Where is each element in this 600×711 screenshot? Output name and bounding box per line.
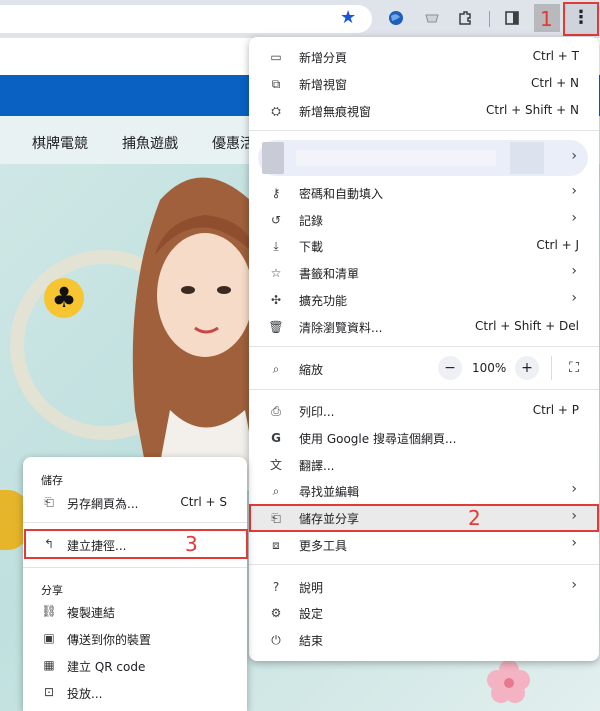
menu-divider bbox=[249, 130, 599, 131]
submenu-item-send-devices[interactable]: ▣ 傳送到你的裝置 bbox=[23, 626, 247, 652]
history-icon: ↺ bbox=[270, 213, 282, 227]
site-nav-item[interactable]: 優惠活 bbox=[212, 133, 254, 153]
link-icon: ⛓ bbox=[41, 604, 57, 618]
menu-divider bbox=[249, 564, 599, 565]
menu-item-save-share[interactable]: ⎗ 儲存並分享 › bbox=[249, 505, 599, 531]
submenu-item-qr-code[interactable]: ▦ 建立 QR code bbox=[23, 653, 247, 679]
download-icon: ⤓ bbox=[273, 239, 279, 253]
side-panel-icon[interactable] bbox=[502, 9, 522, 29]
puzzle-icon[interactable] bbox=[455, 9, 475, 29]
qr-code-icon: ▦ bbox=[43, 658, 55, 672]
menu-item-translate[interactable]: 文 翻譯... bbox=[249, 452, 599, 478]
translate-icon: 文 bbox=[269, 458, 282, 472]
menu-item-history[interactable]: ↺ 記錄 › bbox=[249, 207, 599, 233]
toolbar-separator bbox=[489, 11, 490, 27]
menu-item-more-tools[interactable]: ⧈ 更多工具 › bbox=[249, 532, 599, 558]
printer-icon: ⎙ bbox=[271, 404, 281, 418]
submenu-item-create-shortcut[interactable]: ↰ 建立捷徑... bbox=[23, 532, 247, 558]
cast-icon: ⊡ bbox=[43, 685, 55, 699]
step-3-label: 3 bbox=[185, 532, 198, 556]
menu-item-bookmarks[interactable]: ☆ 書籤和清單 › bbox=[249, 260, 599, 286]
trash-icon: 🗑 bbox=[268, 320, 284, 334]
site-nav-item[interactable]: 棋牌電競 bbox=[32, 133, 88, 153]
menu-item-help[interactable]: ? 說明 › bbox=[249, 574, 599, 600]
menu-item-new-window[interactable]: ⧉ 新增視窗 Ctrl + N bbox=[249, 71, 599, 97]
address-bar[interactable] bbox=[0, 5, 372, 33]
menu-item-incognito[interactable]: ⛭ 新增無痕視窗 Ctrl + Shift + N bbox=[249, 98, 599, 124]
key-icon: ⚷ bbox=[271, 186, 281, 200]
fullscreen-icon[interactable]: ⛶ bbox=[562, 356, 586, 380]
devices-icon: ▣ bbox=[43, 631, 55, 645]
kebab-menu-icon[interactable]: ⋮ bbox=[563, 2, 599, 36]
submenu-item-cast[interactable]: ⊡ 投放... bbox=[23, 680, 247, 706]
menu-item-settings[interactable]: ⚙ 設定 bbox=[249, 600, 599, 626]
menu-item-passwords[interactable]: ⚷ 密碼和自動填入 › bbox=[249, 180, 599, 206]
menu-item-downloads[interactable]: ⤓ 下載 Ctrl + J bbox=[249, 233, 599, 259]
gear-icon: ⚙ bbox=[270, 606, 282, 620]
menu-item-google-search[interactable]: G 使用 Google 搜尋這個網頁... bbox=[249, 425, 599, 451]
menu-item-zoom: ⌕ 縮放 bbox=[249, 356, 599, 382]
star-icon[interactable]: ★ bbox=[340, 8, 356, 28]
zoom-icon: ⌕ bbox=[272, 362, 280, 376]
step-2-label: 2 bbox=[468, 506, 481, 530]
step-1-label: 1 bbox=[540, 7, 553, 31]
profile-arrow: › bbox=[571, 148, 577, 164]
submenu-heading-share: 分享 bbox=[41, 584, 63, 597]
submenu-divider bbox=[23, 567, 247, 568]
zoom-out-button[interactable]: − bbox=[438, 356, 462, 380]
menu-divider bbox=[249, 389, 599, 390]
submenu-heading-save: 儲存 bbox=[41, 474, 63, 487]
save-file-icon: ⎗ bbox=[271, 511, 281, 525]
find-icon: ⌕ bbox=[272, 484, 280, 498]
star-outline-icon: ☆ bbox=[270, 266, 282, 280]
zoom-separator bbox=[551, 356, 552, 380]
menu-item-print[interactable]: ⎙ 列印... Ctrl + P bbox=[249, 398, 599, 424]
submenu-divider bbox=[23, 522, 247, 523]
toolbox-icon: ⧈ bbox=[272, 538, 280, 552]
incognito-icon: ⛭ bbox=[271, 104, 281, 118]
menu-item-extensions[interactable]: ✣ 擴充功能 › bbox=[249, 287, 599, 313]
extension-globe-icon[interactable] bbox=[386, 9, 406, 29]
new-window-icon: ⧉ bbox=[271, 77, 281, 91]
save-file-icon: ⎗ bbox=[44, 495, 54, 509]
menu-item-find-edit[interactable]: ⌕ 尋找並編輯 › bbox=[249, 478, 599, 504]
exit-icon: ⏻ bbox=[271, 633, 281, 647]
zoom-value: 100% bbox=[472, 361, 507, 375]
menu-item-exit[interactable]: ⏻ 結束 bbox=[249, 627, 599, 653]
menu-item-new-tab[interactable]: ▭ 新增分頁 Ctrl + T bbox=[249, 44, 599, 70]
flower-decoration bbox=[487, 660, 530, 703]
google-icon: G bbox=[271, 431, 281, 445]
new-tab-icon: ▭ bbox=[270, 50, 282, 64]
club-chip-icon: ♣ bbox=[44, 278, 84, 318]
shortcut-arrow-icon: ↰ bbox=[43, 537, 55, 551]
help-icon: ? bbox=[272, 580, 280, 594]
site-nav-item[interactable]: 捕魚遊戲 bbox=[122, 133, 178, 153]
menu-divider bbox=[249, 346, 599, 347]
zoom-in-button[interactable]: + bbox=[515, 356, 539, 380]
extension-cup-icon[interactable] bbox=[422, 9, 442, 29]
puzzle-icon: ✣ bbox=[270, 293, 282, 307]
menu-item-clear-data[interactable]: 🗑 清除瀏覽資料... Ctrl + Shift + Del bbox=[249, 314, 599, 340]
submenu-item-save-page[interactable]: ⎗ 另存網頁為... Ctrl + S bbox=[23, 490, 247, 516]
submenu-item-copy-link[interactable]: ⛓ 複製連結 bbox=[23, 599, 247, 625]
